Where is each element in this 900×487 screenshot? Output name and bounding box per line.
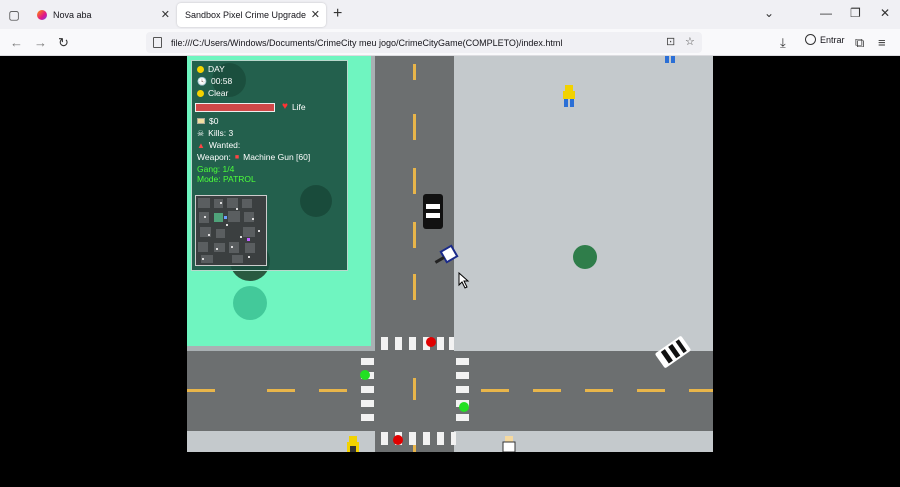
police-car — [423, 194, 443, 229]
wanted-label: Wanted: — [208, 140, 241, 150]
page-icon — [153, 37, 162, 48]
mode: Mode: PATROL — [197, 174, 256, 184]
clock-icon: 🕓 — [197, 76, 207, 86]
address-bar[interactable]: file:///C:/Users/Windows/Documents/Crime… — [146, 32, 702, 53]
pedestrian — [563, 85, 575, 107]
weather: Clear — [197, 88, 228, 98]
reader-view-icon[interactable]: ⊡ — [666, 35, 675, 48]
nav-bar: ← → ↻ file:///C:/Users/Windows/Documents… — [0, 29, 900, 56]
mode-label: Mode: PATROL — [197, 174, 256, 184]
traffic-light-green — [360, 370, 370, 380]
gang-label: Gang: 1/4 — [197, 164, 235, 174]
traffic-light-red — [393, 435, 403, 445]
restore-icon[interactable]: ❐ — [850, 6, 861, 20]
siren-icon: ▲ — [197, 140, 205, 150]
close-window-icon[interactable]: ✕ — [880, 6, 890, 20]
url-text: file:///C:/Users/Windows/Documents/Crime… — [171, 37, 563, 48]
horizontal-road — [187, 351, 713, 431]
menu-icon[interactable]: ≡ — [878, 35, 886, 50]
tab-label: Sandbox Pixel Crime Upgrade — [185, 10, 307, 20]
tree — [233, 286, 267, 320]
download-icon[interactable]: ⤓ — [780, 35, 786, 51]
pedestrian — [665, 56, 675, 63]
account-icon — [805, 34, 816, 45]
gang-count: Gang: 1/4 — [197, 164, 234, 174]
extensions-icon[interactable]: ⧉ — [855, 35, 864, 51]
park-curb — [187, 346, 377, 351]
weapon-label: Weapon: — [197, 152, 231, 162]
bookmark-star-icon[interactable]: ☆ — [685, 35, 695, 48]
tab-bar: ▢ Nova aba ✕ Sandbox Pixel Crime Upgrade… — [0, 0, 900, 29]
firefox-icon — [37, 10, 47, 20]
health-bar — [195, 103, 275, 112]
cursor-icon — [458, 271, 470, 289]
time-of-day-label: DAY — [208, 64, 225, 74]
game-viewport: DAY 🕓 00:58 Clear ♥ Life $0 ☠ Kills: 3 ▲… — [0, 56, 900, 487]
tab-list-icon[interactable]: ▢ — [4, 5, 24, 25]
tree — [573, 245, 597, 269]
heart-icon: ♥ — [282, 101, 288, 112]
skull-icon: ☠ — [197, 128, 205, 138]
tab-new-tab[interactable]: Nova aba ✕ — [29, 3, 176, 27]
gun-icon: ■ — [234, 153, 240, 161]
time-of-day: DAY — [197, 64, 225, 74]
weapon: Weapon: ■ Machine Gun [60] — [197, 152, 310, 162]
life-label: Life — [291, 101, 306, 112]
tab-label: Nova aba — [53, 10, 92, 20]
tab-game[interactable]: Sandbox Pixel Crime Upgrade ✕ — [177, 3, 326, 27]
sign-in-label: Entrar — [820, 34, 845, 45]
traffic-light-green — [459, 402, 469, 412]
sun-icon — [197, 65, 204, 73]
minimap-graphic — [196, 196, 266, 265]
kills-label: Kills: 3 — [208, 128, 234, 138]
weather-label: Clear — [208, 88, 229, 98]
money: $0 — [197, 116, 218, 126]
kills: ☠ Kills: 3 — [197, 128, 233, 138]
close-icon[interactable]: ✕ — [161, 8, 170, 21]
minimize-icon[interactable]: — — [820, 6, 832, 20]
close-icon[interactable]: ✕ — [311, 8, 320, 21]
forward-icon[interactable]: → — [34, 35, 47, 50]
health-label: ♥ Life — [282, 101, 306, 112]
clock-label: 00:58 — [210, 76, 233, 86]
minimap — [195, 195, 267, 266]
reload-icon[interactable]: ↻ — [58, 35, 69, 51]
chevron-down-icon[interactable]: ⌄ — [764, 6, 774, 20]
hud-panel: DAY 🕓 00:58 Clear ♥ Life $0 ☠ Kills: 3 ▲… — [191, 60, 348, 271]
weather-icon — [197, 89, 204, 97]
money-icon — [197, 118, 205, 124]
traffic-light-red — [426, 337, 436, 347]
back-icon[interactable]: ← — [10, 35, 23, 50]
sign-in-button[interactable]: Entrar — [805, 34, 845, 45]
new-tab-icon[interactable]: + — [333, 5, 342, 23]
wanted: ▲ Wanted: — [197, 140, 240, 150]
money-label: $0 — [209, 116, 219, 126]
weapon-name: Machine Gun [60] — [243, 152, 311, 162]
clock: 🕓 00:58 — [197, 76, 232, 86]
